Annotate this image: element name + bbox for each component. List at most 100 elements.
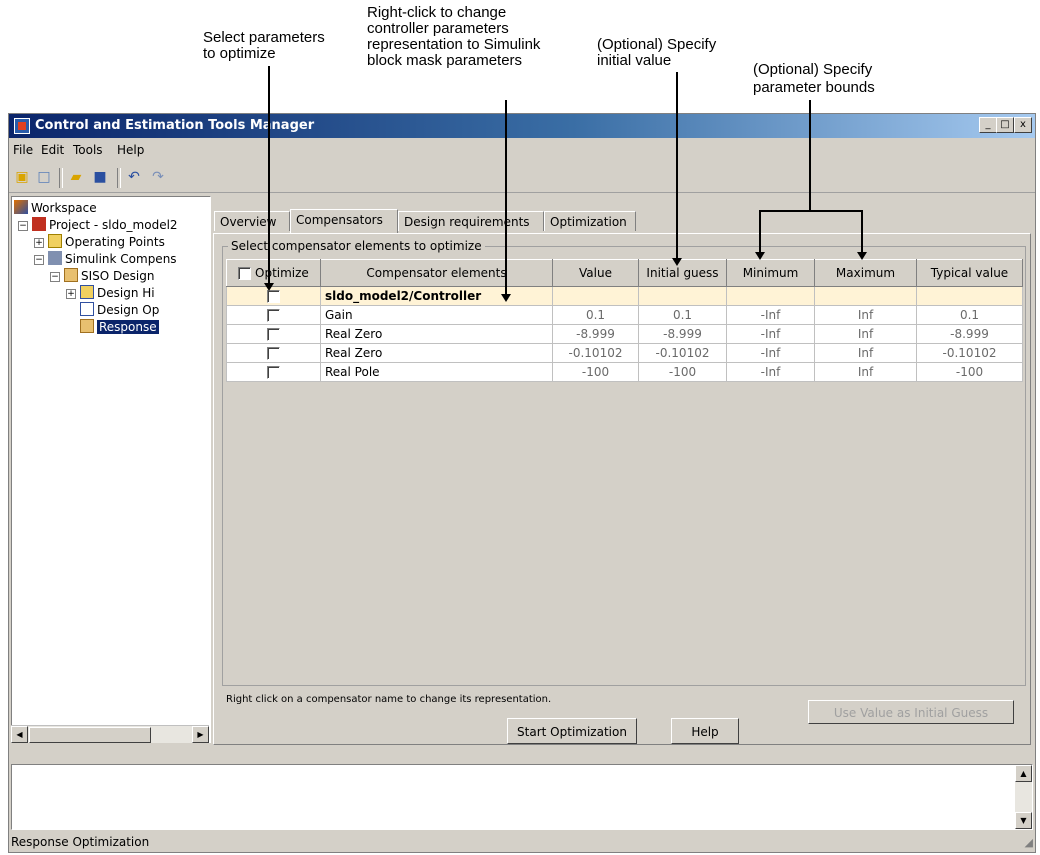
tree-label: Simulink Compens — [65, 252, 177, 266]
minimum-cell[interactable]: -Inf — [726, 305, 815, 325]
menu-help[interactable]: Help — [117, 143, 144, 157]
status-text: Response Optimization — [11, 835, 150, 849]
table-group-row[interactable]: sldo_model2/Controller — [226, 286, 1023, 306]
message-console[interactable]: ▲ ▼ — [11, 764, 1033, 830]
expand-icon[interactable]: + — [66, 289, 76, 299]
table-row[interactable]: Real Zero -0.10102 -0.10102 -Inf Inf -0.… — [226, 343, 1023, 363]
callout-select-parameters: Select parameters to optimize — [203, 29, 325, 62]
scroll-up-icon[interactable]: ▲ — [1015, 765, 1032, 782]
element-name[interactable]: Real Zero — [320, 324, 553, 344]
minimize-button[interactable]: _ — [979, 117, 997, 133]
select-all-checkbox[interactable] — [238, 267, 252, 280]
new-project-icon[interactable]: ▣ — [13, 168, 31, 186]
collapse-icon[interactable]: − — [18, 221, 28, 231]
value-cell: -0.10102 — [552, 343, 639, 363]
tree-item-operating-points[interactable]: Operating Points — [48, 233, 165, 251]
optimize-checkbox[interactable] — [267, 290, 280, 303]
maximum-cell[interactable]: Inf — [814, 305, 917, 325]
optimize-checkbox[interactable] — [267, 309, 280, 322]
header-maximum: Maximum — [814, 259, 917, 287]
table-row[interactable]: Gain 0.1 0.1 -Inf Inf 0.1 — [226, 305, 1023, 325]
compensators-panel: Select compensator elements to optimize … — [213, 233, 1031, 745]
tree-label: Project - sldo_model2 — [49, 218, 178, 232]
collapse-icon[interactable]: − — [34, 255, 44, 265]
tree-label: Operating Points — [65, 235, 165, 249]
typical-value-cell[interactable]: 0.1 — [916, 305, 1023, 325]
tree-item-simulink-compens[interactable]: Simulink Compens — [48, 250, 177, 268]
scroll-thumb[interactable] — [29, 727, 151, 743]
menu-edit[interactable]: Edit — [41, 143, 64, 157]
element-name[interactable]: Gain — [320, 305, 553, 325]
element-name[interactable]: Real Zero — [320, 343, 553, 363]
tree-label: Response — [97, 320, 159, 334]
minimum-cell[interactable]: -Inf — [726, 362, 815, 382]
typical-value-cell[interactable]: -100 — [916, 362, 1023, 382]
open-icon[interactable]: ▰ — [67, 168, 85, 186]
maximize-button[interactable]: □ — [996, 117, 1014, 133]
tree-item-design-options[interactable]: Design Op — [80, 301, 159, 319]
element-name[interactable]: Real Pole — [320, 362, 553, 382]
title-bar[interactable]: Control and Estimation Tools Manager _ □… — [9, 114, 1035, 138]
save-icon[interactable]: ■ — [91, 168, 109, 186]
undo-icon[interactable]: ↶ — [125, 168, 143, 186]
tree-item-workspace[interactable]: Workspace — [14, 199, 97, 217]
minimum-cell[interactable]: -Inf — [726, 324, 815, 344]
typical-value-cell[interactable]: -8.999 — [916, 324, 1023, 344]
header-value: Value — [552, 259, 639, 287]
response-icon — [80, 319, 94, 333]
table-row[interactable]: Real Pole -100 -100 -Inf Inf -100 — [226, 362, 1023, 382]
redo-icon[interactable]: ↷ — [149, 168, 167, 186]
pointer-arrow-initial — [672, 258, 682, 266]
initial-guess-cell[interactable]: 0.1 — [638, 305, 727, 325]
optimize-checkbox[interactable] — [267, 366, 280, 379]
initial-guess-cell[interactable]: -8.999 — [638, 324, 727, 344]
collapse-icon[interactable]: − — [50, 272, 60, 282]
tree-item-siso-design[interactable]: SISO Design — [64, 267, 154, 285]
menu-file[interactable]: File — [13, 143, 33, 157]
optimize-checkbox[interactable] — [267, 328, 280, 341]
scroll-left-icon[interactable]: ◀ — [11, 726, 28, 743]
close-button[interactable]: x — [1014, 117, 1032, 133]
tree-item-project[interactable]: Project - sldo_model2 — [32, 216, 178, 234]
tab-design-requirements[interactable]: Design requirements — [398, 211, 544, 231]
pointer-arrow-select — [264, 283, 274, 291]
optimize-checkbox[interactable] — [267, 347, 280, 360]
table-row[interactable]: Real Zero -8.999 -8.999 -Inf Inf -8.999 — [226, 324, 1023, 344]
menu-bar: File Edit Tools Help — [9, 140, 1035, 160]
console-vertical-scrollbar[interactable]: ▲ ▼ — [1015, 765, 1032, 829]
new-task-icon[interactable]: □ — [35, 168, 53, 186]
use-value-as-initial-guess-button[interactable]: Use Value as Initial Guess — [808, 700, 1014, 724]
maximum-cell[interactable]: Inf — [814, 324, 917, 344]
resize-grip-icon[interactable]: ◢ — [1025, 836, 1033, 849]
minimum-cell[interactable]: -Inf — [726, 343, 815, 363]
header-compensator-elements: Compensator elements — [320, 259, 553, 287]
pointer-line-select — [268, 66, 270, 287]
menu-tools[interactable]: Tools — [73, 143, 103, 157]
pointer-line-bounds-horizontal — [759, 210, 863, 212]
typical-value-cell[interactable]: -0.10102 — [916, 343, 1023, 363]
optimize-cell — [226, 362, 321, 382]
initial-guess-cell[interactable]: -0.10102 — [638, 343, 727, 363]
maximum-cell[interactable]: Inf — [814, 362, 917, 382]
tab-compensators[interactable]: Compensators — [290, 209, 398, 233]
empty-cell — [916, 286, 1023, 306]
tab-optimization[interactable]: Optimization — [544, 211, 636, 231]
tree-horizontal-scrollbar[interactable]: ◀ ▶ — [11, 725, 209, 743]
tree-label: Design Hi — [97, 286, 155, 300]
header-typical-value: Typical value — [916, 259, 1023, 287]
optimize-cell — [226, 343, 321, 363]
expand-icon[interactable]: + — [34, 238, 44, 248]
tree-item-design-history[interactable]: Design Hi — [80, 284, 155, 302]
scroll-down-icon[interactable]: ▼ — [1015, 812, 1032, 829]
start-optimization-button[interactable]: Start Optimization — [507, 718, 637, 744]
value-cell: -100 — [552, 362, 639, 382]
group-name[interactable]: sldo_model2/Controller — [320, 286, 553, 306]
scroll-right-icon[interactable]: ▶ — [192, 726, 209, 743]
maximum-cell[interactable]: Inf — [814, 343, 917, 363]
tab-overview[interactable]: Overview — [214, 211, 290, 231]
pointer-line-initial — [676, 72, 678, 262]
help-button[interactable]: Help — [671, 718, 739, 744]
tree-item-response[interactable]: Response — [80, 318, 159, 336]
project-tree[interactable]: Workspace − Project - sldo_model2 + Oper… — [11, 196, 211, 743]
initial-guess-cell[interactable]: -100 — [638, 362, 727, 382]
